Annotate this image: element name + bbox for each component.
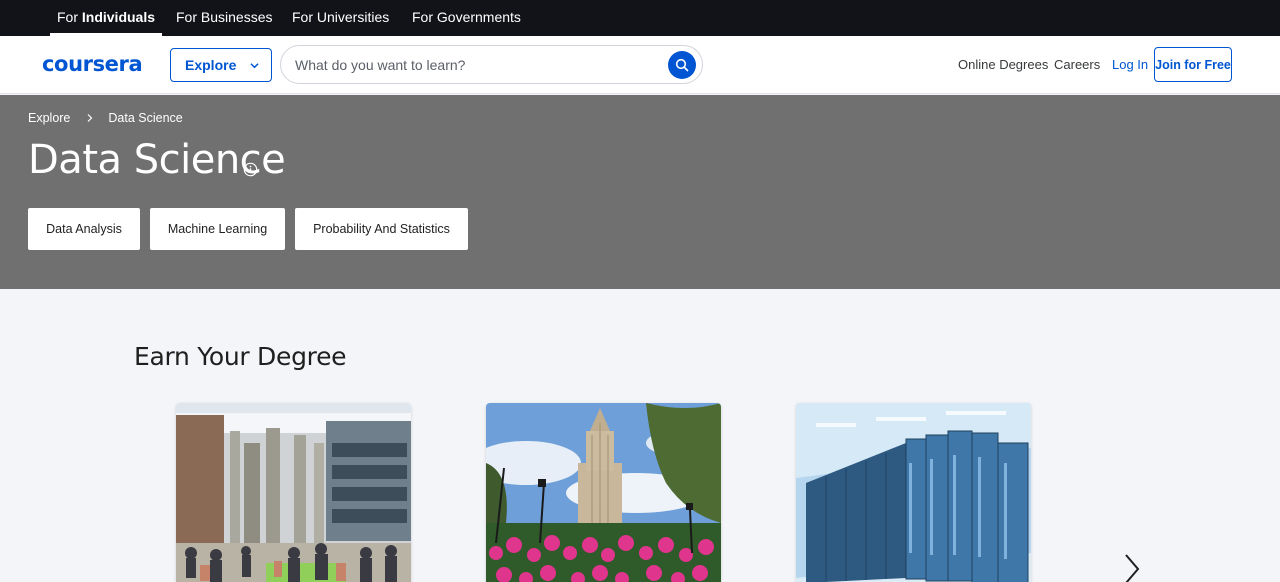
search-icon <box>675 58 689 72</box>
chevron-right-icon <box>87 114 93 122</box>
tab-for-businesses[interactable]: For Businesses <box>169 0 279 36</box>
section-title: Earn Your Degree <box>134 342 347 371</box>
tab-prefix: For <box>57 9 82 25</box>
tab-for-governments[interactable]: For Governments <box>405 0 528 36</box>
breadcrumb-explore[interactable]: Explore <box>28 111 70 125</box>
chip-data-analysis[interactable]: Data Analysis <box>28 208 140 250</box>
search-bar <box>280 45 703 84</box>
site-header: coursera Explore Online Degrees Careers … <box>0 36 1280 94</box>
campus-building-image <box>176 403 411 582</box>
chip-probability-and-statistics[interactable]: Probability And Statistics <box>295 208 468 250</box>
tab-for-individuals[interactable]: For Individuals <box>50 0 163 36</box>
degree-card[interactable] <box>796 403 1031 582</box>
audience-bar: For Individuals For Businesses For Unive… <box>0 0 1280 36</box>
coursera-logo[interactable]: coursera <box>42 52 143 76</box>
chip-machine-learning[interactable]: Machine Learning <box>150 208 285 250</box>
explore-button[interactable]: Explore <box>170 48 272 82</box>
tab-label: Individuals <box>81 9 156 25</box>
info-icon[interactable] <box>243 162 258 177</box>
server-room-image <box>796 403 1031 582</box>
university-tower-image <box>486 403 721 582</box>
search-button[interactable] <box>668 51 696 79</box>
breadcrumb: Explore Data Science <box>28 111 183 125</box>
online-degrees-link[interactable]: Online Degrees <box>958 57 1048 72</box>
tab-for-universities[interactable]: For Universities <box>285 0 396 36</box>
chevron-down-icon <box>250 62 259 68</box>
hero-banner: Explore Data Science Data Science Data A… <box>0 95 1280 289</box>
chevron-right-icon[interactable] <box>1120 552 1144 582</box>
log-in-link[interactable]: Log In <box>1112 57 1148 72</box>
search-input[interactable] <box>295 55 655 75</box>
degree-card[interactable] <box>176 403 411 582</box>
careers-link[interactable]: Careers <box>1054 57 1100 72</box>
degree-card[interactable] <box>486 403 721 582</box>
breadcrumb-data-science[interactable]: Data Science <box>108 111 182 125</box>
join-for-free-button[interactable]: Join for Free <box>1154 47 1232 82</box>
explore-label: Explore <box>185 57 237 73</box>
